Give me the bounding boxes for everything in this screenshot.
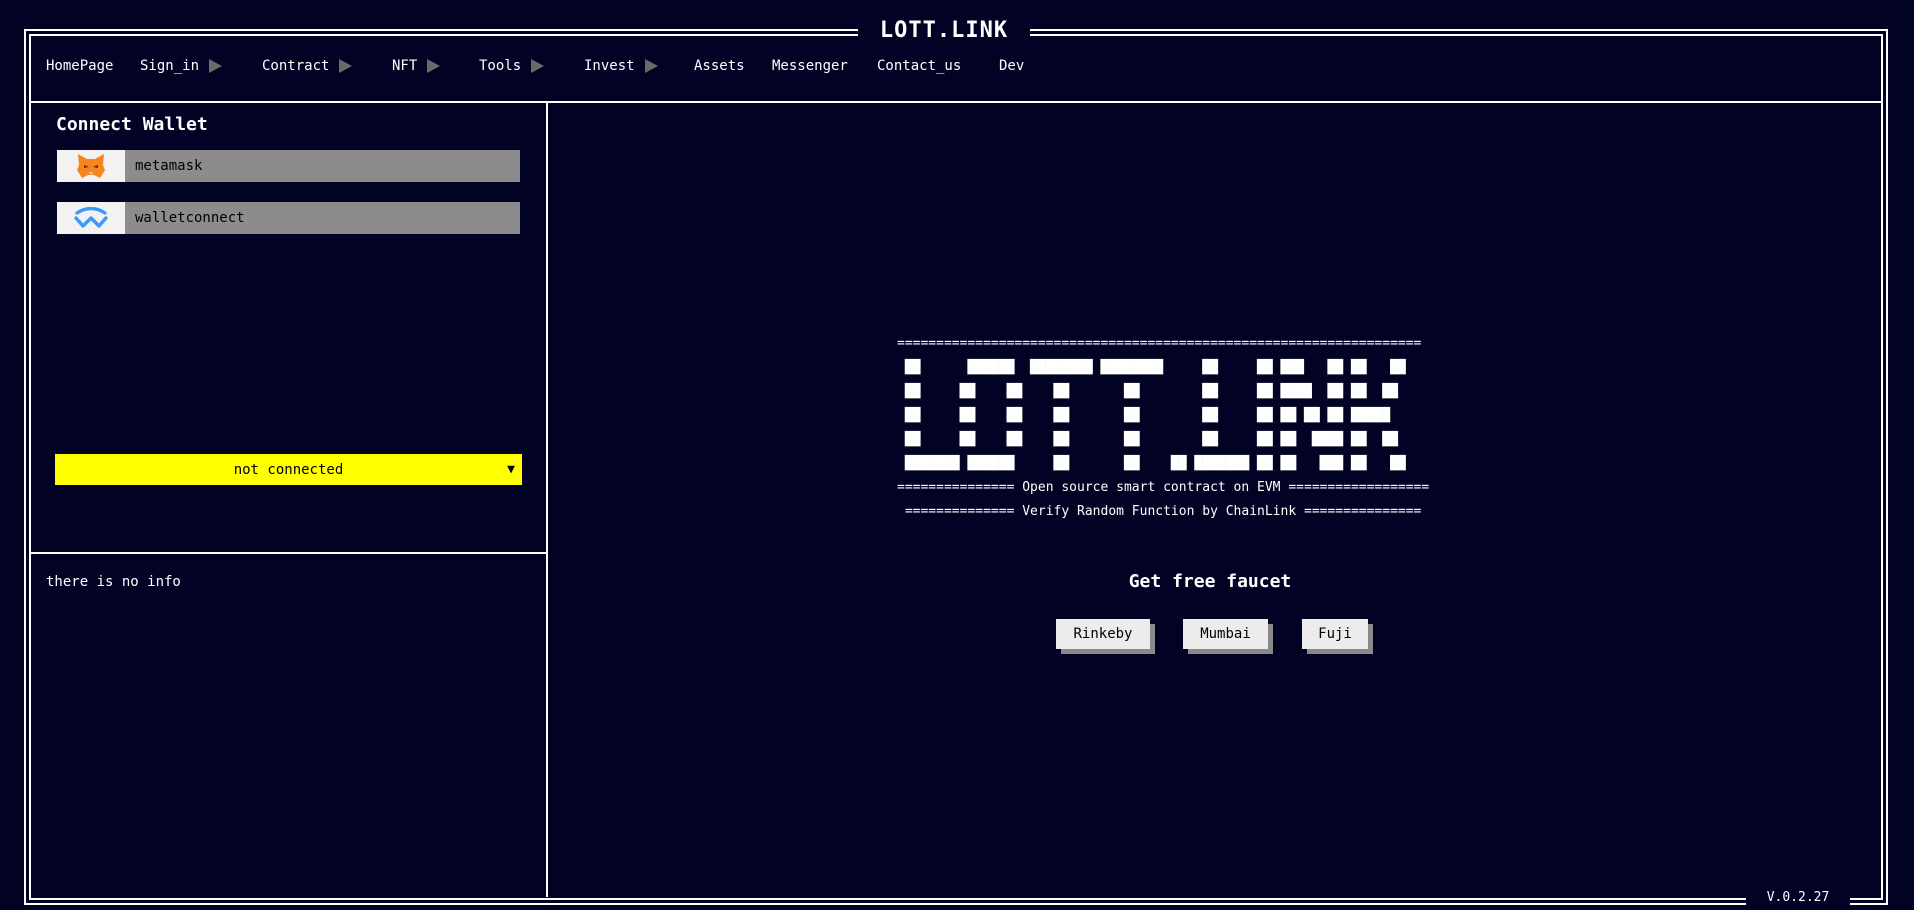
submenu-arrow-icon xyxy=(644,59,658,73)
ascii-banner: ========================================… xyxy=(897,332,1429,524)
nav-item-homepage[interactable]: HomePage xyxy=(46,58,113,74)
connection-status-dropdown[interactable]: not connected ▼ xyxy=(55,454,522,485)
nav-item-messenger[interactable]: Messenger xyxy=(772,58,848,74)
nav-item-tools[interactable]: Tools xyxy=(479,58,545,74)
banner-art-line: ██ ██ ██ ██ ██ ██ ██ ██ ██ ██ █████ xyxy=(897,408,1391,423)
nav-item-contact-us[interactable]: Contact_us xyxy=(877,58,961,74)
banner-art-line: ██ ██ ██ ██ ██ ██ ██ ██ ████ ██ ██ xyxy=(897,432,1398,447)
wallet-name: walletconnect xyxy=(135,210,245,226)
banner-tagline: ============== Verify Random Function by… xyxy=(897,504,1422,519)
submenu-arrow-icon xyxy=(339,59,353,73)
connect-wallet-title: Connect Wallet xyxy=(56,114,208,135)
faucet-title: Get free faucet xyxy=(1128,571,1292,592)
nav-divider xyxy=(30,101,1882,103)
nav-item-assets[interactable]: Assets xyxy=(694,58,745,74)
walletconnect-icon xyxy=(57,202,125,234)
nav-item-sign-in[interactable]: Sign_in xyxy=(140,58,223,74)
submenu-arrow-icon xyxy=(427,59,441,73)
wallet-option-walletconnect[interactable]: walletconnect xyxy=(57,202,520,234)
nav-item-contract[interactable]: Contract xyxy=(262,58,353,74)
faucet-button-fuji[interactable]: Fuji xyxy=(1302,619,1368,649)
faucet-button-mumbai[interactable]: Mumbai xyxy=(1183,619,1268,649)
info-text: there is no info xyxy=(46,574,181,590)
version-label: V.0.2.27 xyxy=(1746,890,1850,910)
nav-item-dev[interactable]: Dev xyxy=(999,58,1024,74)
nav-item-invest[interactable]: Invest xyxy=(584,58,658,74)
banner-art-line: ██ ██████ ████████ ████████ ██ ██ ███ ██… xyxy=(897,360,1406,375)
sidebar-divider xyxy=(546,102,548,897)
wallet-option-metamask[interactable]: metamask xyxy=(57,150,520,182)
sidebar-section-divider xyxy=(30,552,547,554)
banner-art-line: ███████ ██████ ██ ██ ██ ███████ ██ ██ ██… xyxy=(897,456,1406,471)
submenu-arrow-icon xyxy=(209,59,223,73)
submenu-arrow-icon xyxy=(531,59,545,73)
banner-tagline: =============== Open source smart contra… xyxy=(897,480,1430,495)
banner-art-line: ██ ██ ██ ██ ██ ██ ██ ████ ██ ██ ██ xyxy=(897,384,1398,399)
dropdown-caret-icon: ▼ xyxy=(507,462,515,477)
faucet-button-rinkeby[interactable]: Rinkeby xyxy=(1056,619,1150,649)
metamask-fox-icon xyxy=(57,150,125,182)
nav-item-nft[interactable]: NFT xyxy=(392,58,441,74)
banner-border: ========================================… xyxy=(897,336,1422,351)
wallet-name: metamask xyxy=(135,158,203,174)
connection-status-label: not connected xyxy=(233,461,344,478)
app-title: LOTT.LINK xyxy=(858,14,1030,46)
